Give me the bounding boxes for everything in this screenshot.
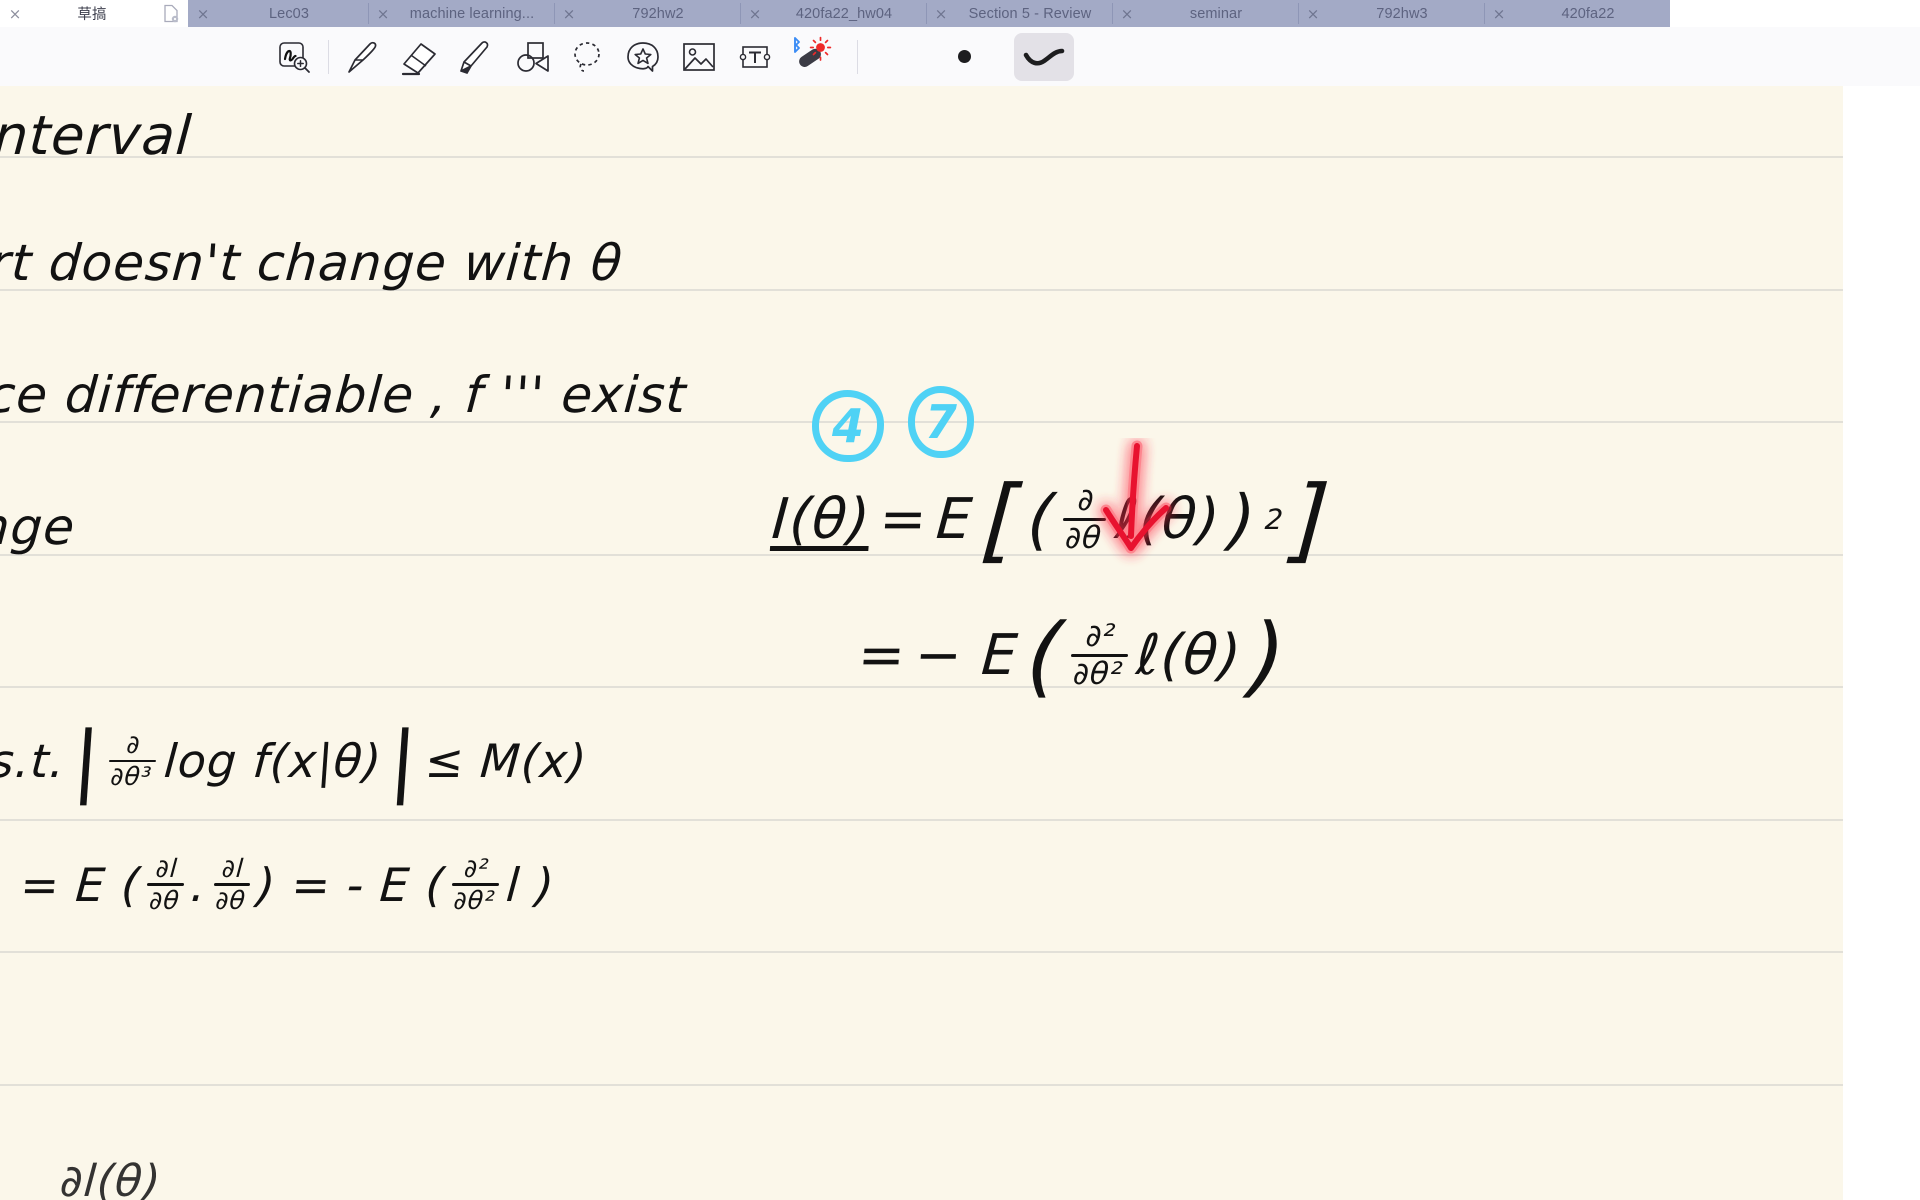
zoom-write-icon[interactable] [266, 33, 322, 81]
tab-machine-learning[interactable]: × machine learning... [368, 0, 554, 27]
shapes-icon[interactable] [503, 33, 559, 81]
tab-label: Lec03 [268, 5, 309, 22]
eq2-paren-right: ) [1246, 604, 1290, 707]
laser-pointer-icon[interactable] [783, 33, 839, 81]
thickness-dot-icon [957, 50, 971, 63]
abs-bar-left: | [70, 716, 104, 806]
eq2-second-derivative-fraction: ∂² ∂θ² [1069, 618, 1130, 692]
close-icon[interactable]: × [558, 6, 580, 22]
note-canvas[interactable]: nterval rt doesn't change with θ ce diff… [0, 86, 1920, 1200]
text-tool-icon[interactable] [727, 33, 783, 81]
bottom-eq-prefix: ) = E ( [0, 857, 143, 912]
dl-dtheta-fraction-2: ∂l ∂θ [212, 854, 253, 915]
page-rule-line [0, 156, 1843, 158]
st-bound: ≤ M(x) [423, 734, 590, 788]
tab-792hw2[interactable]: × 792hw2 [554, 0, 740, 27]
tab-label: machine learning... [409, 5, 535, 22]
tab-lec03[interactable]: × Lec03 [188, 0, 368, 27]
tab-label: 420fa22 [1561, 5, 1615, 22]
page-rule-line [0, 819, 1843, 821]
eq2-paren-left: ( [1023, 604, 1066, 707]
eq1-bracket-left: [ [978, 466, 1023, 573]
handwriting-line-st-condition: s.t. | ∂ ∂θ³ log f(x|θ) | ≤ M(x) [0, 716, 590, 806]
tab-420fa22[interactable]: × 420fa22 [1484, 0, 1670, 27]
close-icon[interactable]: × [372, 6, 394, 22]
red-arrow-annotation [1090, 438, 1220, 578]
close-icon[interactable]: × [744, 6, 766, 22]
eq1-equals: = [877, 487, 930, 552]
handwriting-line-cutoff: ∂l(θ) [58, 1156, 164, 1200]
handwriting-line-bottom-equation: ) = E ( ∂l ∂θ . ∂l ∂θ ) = - E ( ∂² ∂θ² l… [0, 854, 557, 915]
close-icon[interactable]: × [1116, 6, 1138, 22]
eraser-icon[interactable] [391, 33, 447, 81]
tab-seminar[interactable]: × seminar [1112, 0, 1298, 27]
circled-number-4: 4 [812, 390, 884, 462]
tab-label: 792hw2 [632, 5, 684, 22]
highlighter-icon[interactable] [447, 33, 503, 81]
document-icon [158, 0, 184, 27]
equation-fisher-information-1: I(θ) = E [ ( ∂ ∂θ ℓ(θ) ) 2 ] [768, 466, 1334, 573]
eq1-paren-right: ) [1226, 481, 1259, 558]
handwriting-line-nge: nge [0, 498, 78, 556]
page-rule-line [0, 1084, 1843, 1086]
eq1-exponent: 2 [1263, 503, 1286, 536]
bottom-eq-suffix: l ) [504, 857, 557, 912]
st-label: s.t. [0, 734, 68, 788]
st-expression: log f(x|θ) [162, 734, 384, 788]
eq1-bracket-right: ] [1289, 466, 1334, 573]
tab-label: Section 5 - Review [968, 5, 1092, 22]
circled-number-7: 7 [908, 386, 974, 458]
eq2-equals: = [855, 623, 909, 688]
close-icon[interactable]: × [1302, 6, 1324, 22]
notebook-page[interactable]: nterval rt doesn't change with θ ce diff… [0, 86, 1843, 1200]
toolbar-divider [328, 39, 329, 74]
sticker-icon[interactable] [615, 33, 671, 81]
eq2-negE: − E [912, 623, 1021, 688]
lasso-select-icon[interactable] [559, 33, 615, 81]
dl-dtheta-fraction-1: ∂l ∂θ [145, 854, 186, 915]
eq2-loglik: ℓ(θ) [1134, 623, 1244, 688]
stroke-thickness-indicator[interactable] [936, 33, 992, 81]
close-icon[interactable]: × [192, 6, 214, 22]
second-derivative-fraction: ∂² ∂θ² [450, 854, 502, 915]
tab-bar: × 草搞 × Lec03 × machine learning... × 792hw2 × 420… [0, 0, 1920, 27]
pen-icon[interactable] [335, 33, 391, 81]
handwriting-line-interval: nterval [0, 104, 195, 167]
close-icon[interactable]: × [930, 6, 952, 22]
partial-derivative-fraction: ∂ ∂θ³ [107, 730, 159, 791]
tab-[interactable]: × 草搞 [0, 0, 188, 27]
tab-792hw3[interactable]: × 792hw3 [1298, 0, 1484, 27]
tab-label: seminar [1189, 5, 1243, 22]
close-icon[interactable]: × [1488, 6, 1510, 22]
page-rule-line [0, 951, 1843, 953]
eq1-I: I(θ) [769, 487, 873, 552]
stroke-style-button[interactable] [1014, 32, 1074, 81]
toolbar [0, 27, 1920, 86]
tab-label: 草搞 [77, 7, 107, 23]
tab-label: 420fa22_hw04 [795, 5, 893, 22]
tab-label: 792hw3 [1376, 5, 1428, 22]
canvas-right-margin [1843, 86, 1920, 1200]
close-icon[interactable]: × [4, 6, 26, 22]
tab-420fa22-hw04[interactable]: × 420fa22_hw04 [740, 0, 926, 27]
eq1-E: E [934, 487, 976, 552]
bottom-eq-dot: . [189, 857, 209, 912]
image-icon[interactable] [671, 33, 727, 81]
handwriting-line-differentiable: ce differentiable , f ''' exist [0, 366, 689, 424]
equation-fisher-information-2: = − E ( ∂² ∂θ² ℓ(θ) ) [854, 604, 1290, 707]
toolbar-divider-2 [857, 39, 858, 74]
bottom-eq-equals: ) = - E ( [255, 857, 447, 912]
app-window: × 草搞 × Lec03 × machine learning... × 792hw2 × 420… [0, 0, 1920, 1200]
abs-bar-right: | [386, 716, 421, 806]
tab-section-5-review[interactable]: × Section 5 - Review [926, 0, 1112, 27]
eq1-paren-left: ( [1025, 481, 1058, 558]
handwriting-line-doesnt-change: rt doesn't change with θ [0, 234, 625, 292]
